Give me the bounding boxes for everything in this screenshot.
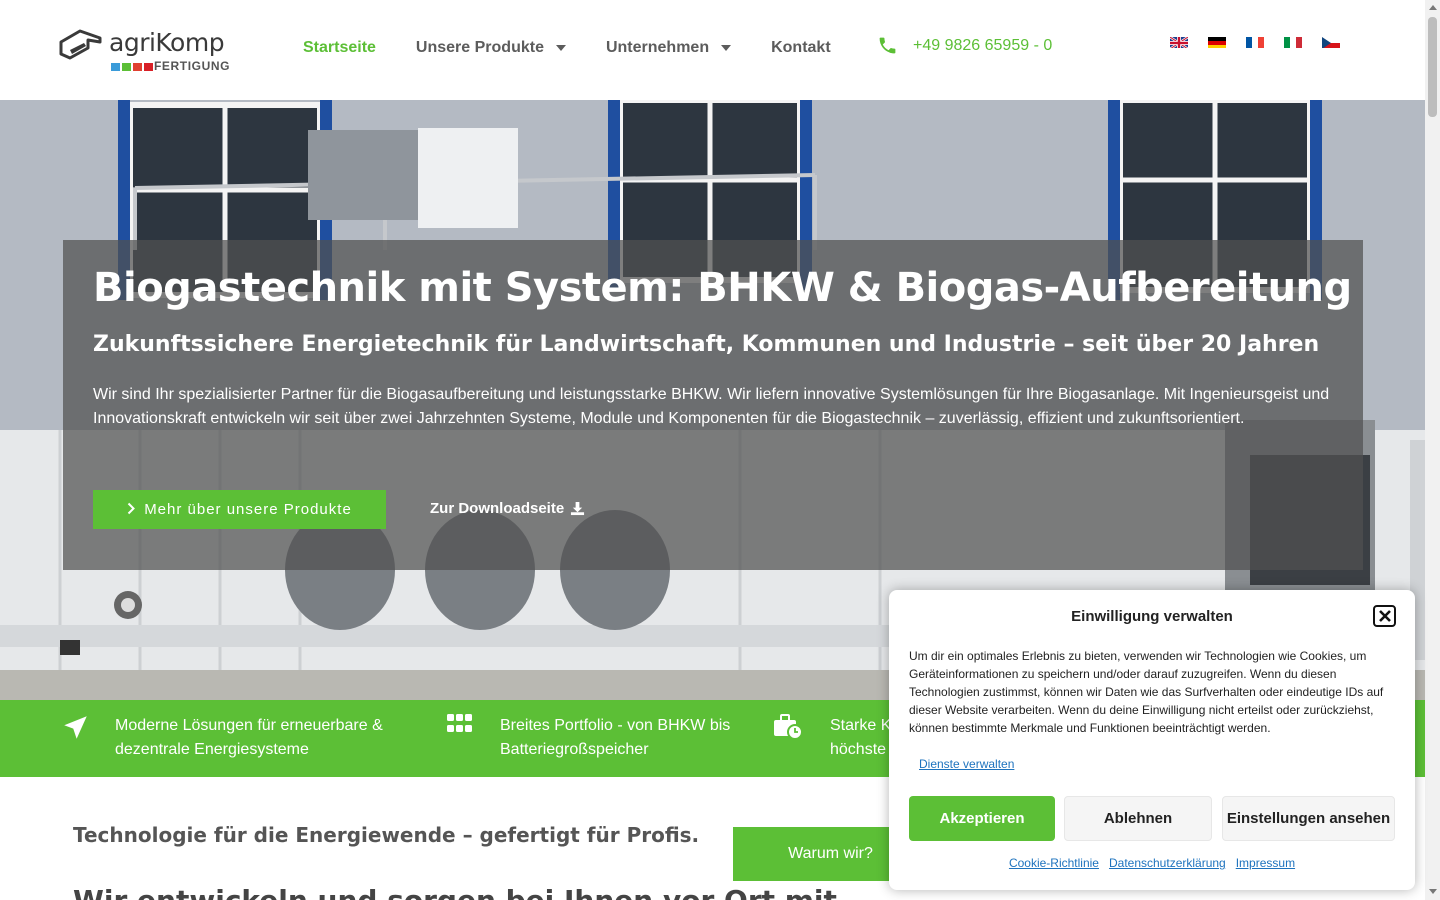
- cookie-policy-link[interactable]: Cookie-Richtlinie: [1009, 856, 1099, 870]
- scroll-up-arrow-icon[interactable]: [1429, 5, 1437, 10]
- feature-text: Moderne Lösungen für erneuerbare & dezen…: [115, 714, 383, 762]
- close-icon[interactable]: [1373, 605, 1396, 627]
- nav-item-produkte[interactable]: Unsere Produkte: [416, 39, 566, 57]
- page-scrollbar[interactable]: [1425, 0, 1440, 900]
- feature-line: höchste: [830, 741, 887, 758]
- logo-mark-icon: [59, 29, 102, 60]
- cookie-title: Einwilligung verwalten: [1071, 608, 1233, 625]
- imprint-link[interactable]: Impressum: [1236, 856, 1295, 870]
- flag-en-icon[interactable]: [1170, 36, 1188, 48]
- feature-line: Moderne Lösungen für erneuerbare &: [115, 717, 383, 734]
- nav-label: Kontakt: [771, 39, 831, 56]
- site-header: agriKomp FERTIGUNG Startseite Unsere Pro…: [0, 0, 1425, 100]
- nav-item-kontakt[interactable]: Kontakt: [771, 39, 831, 57]
- grid-icon: [447, 714, 487, 762]
- section-heading: Technologie für die Energiewende – gefer…: [73, 823, 700, 847]
- flag-de-icon[interactable]: [1208, 36, 1226, 48]
- nav-label: Unsere Produkte: [415, 39, 544, 56]
- feature-line: Breites Portfolio - von BHKW bis: [500, 717, 731, 734]
- deny-button[interactable]: Ablehnen: [1064, 796, 1212, 841]
- cookie-description: Um dir ein optimales Erlebnis zu bieten,…: [909, 649, 1384, 735]
- main-nav: Startseite Unsere Produkte Unternehmen K…: [303, 39, 871, 57]
- phone-icon: [879, 37, 896, 54]
- feature-text: Starke K höchste: [830, 714, 891, 762]
- nav-label: Unternehmen: [605, 39, 710, 56]
- feature-line: dezentrale Energiesysteme: [115, 741, 309, 758]
- caret-down-icon: [555, 45, 566, 51]
- manage-services-link[interactable]: Dienste verwalten: [919, 757, 1014, 771]
- agrikomp-logo[interactable]: agriKomp FERTIGUNG: [58, 26, 238, 76]
- flag-fr-icon[interactable]: [1246, 36, 1264, 48]
- feature-item: Breites Portfolio - von BHKW bis Batteri…: [447, 714, 730, 762]
- logo-subtitle: FERTIGUNG: [154, 59, 231, 73]
- cookie-footer-links: Cookie-Richtlinie Datenschutzerklärung I…: [889, 856, 1415, 870]
- paper-plane-icon: [62, 714, 102, 762]
- scrollbar-thumb[interactable]: [1428, 17, 1437, 117]
- hero-description: Wir sind Ihr spezialisierter Partner für…: [93, 386, 1330, 427]
- cookie-consent-dialog: Einwilligung verwalten Um dir ein optima…: [889, 590, 1415, 890]
- feature-text: Breites Portfolio - von BHKW bis Batteri…: [500, 714, 730, 762]
- chevron-right-icon: [127, 502, 136, 518]
- feature-item: Starke K höchste: [773, 714, 891, 762]
- scroll-down-arrow-icon[interactable]: [1429, 889, 1437, 894]
- nav-label: Startseite: [303, 39, 376, 56]
- logo-color-squares: [111, 63, 153, 71]
- toolbox-clock-icon: [773, 714, 817, 762]
- flag-cz-icon[interactable]: [1322, 36, 1340, 48]
- hero-subtitle: Zukunftssichere Energietechnik für Landw…: [93, 332, 1320, 357]
- caret-down-icon: [721, 45, 732, 51]
- download-icon: [571, 501, 585, 516]
- section-heading-secondary: Wir entwickeln und sorgen bei Ihnen vor …: [73, 884, 837, 900]
- phone-link[interactable]: +49 9826 65959 - 0: [877, 35, 1052, 56]
- privacy-policy-link[interactable]: Datenschutzerklärung: [1109, 856, 1226, 870]
- feature-item: Moderne Lösungen für erneuerbare & dezen…: [62, 714, 383, 762]
- hero-overlay-panel: Biogastechnik mit System: BHKW & Biogas-…: [63, 240, 1363, 570]
- language-switcher: [1170, 36, 1340, 48]
- download-page-link[interactable]: Zur Downloadseite: [430, 500, 585, 517]
- feature-line: Batteriegroßspeicher: [500, 741, 649, 758]
- phone-number: +49 9826 65959 - 0: [913, 36, 1053, 54]
- products-button[interactable]: Mehr über unsere Produkte: [93, 490, 386, 529]
- accept-button[interactable]: Akzeptieren: [909, 796, 1055, 841]
- products-button-label: Mehr über unsere Produkte: [144, 501, 352, 518]
- download-link-label: Zur Downloadseite: [430, 500, 565, 517]
- flag-it-icon[interactable]: [1284, 36, 1302, 48]
- nav-item-startseite[interactable]: Startseite: [303, 39, 376, 57]
- logo-text: agriKomp: [109, 28, 225, 57]
- feature-line: Starke K: [830, 717, 892, 734]
- view-settings-button[interactable]: Einstellungen ansehen: [1222, 796, 1395, 841]
- hero-title: Biogastechnik mit System: BHKW & Biogas-…: [93, 265, 1352, 311]
- nav-item-unternehmen[interactable]: Unternehmen: [605, 39, 732, 57]
